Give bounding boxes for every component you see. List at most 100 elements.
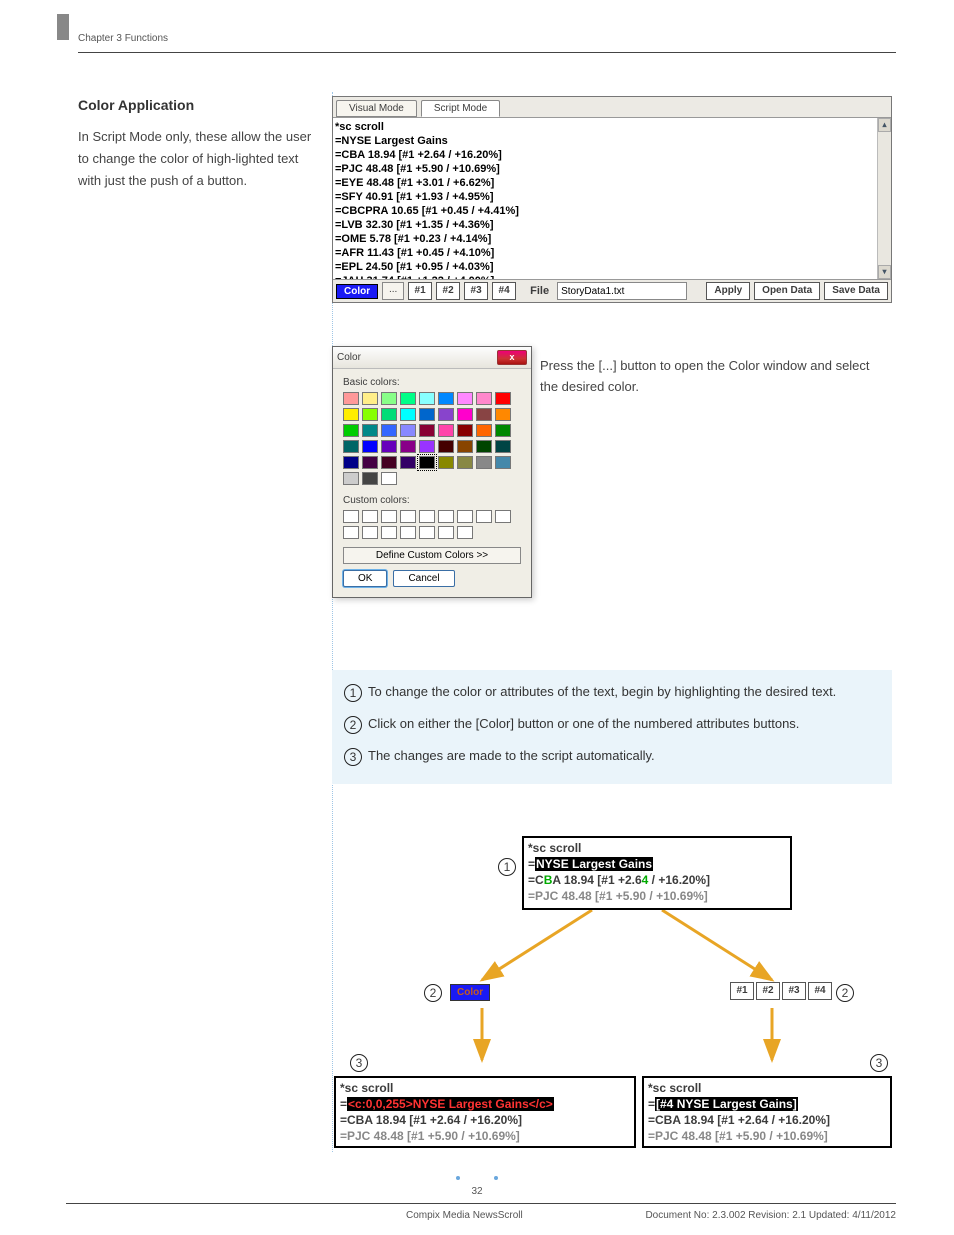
color-swatch[interactable]: [495, 456, 511, 469]
open-data-button[interactable]: Open Data: [754, 282, 820, 300]
custom-color-slot[interactable]: [419, 510, 435, 523]
script-textarea[interactable]: *sc scroll=NYSE Largest Gains=CBA 18.94 …: [333, 118, 891, 280]
color-swatch[interactable]: [381, 456, 397, 469]
custom-color-slot[interactable]: [438, 526, 454, 539]
custom-color-slot[interactable]: [457, 526, 473, 539]
color-swatch[interactable]: [495, 440, 511, 453]
diag1-l1: *sc scroll: [528, 840, 786, 856]
color-swatch[interactable]: [438, 424, 454, 437]
custom-color-slot[interactable]: [419, 526, 435, 539]
color-swatch[interactable]: [438, 408, 454, 421]
color-swatch[interactable]: [362, 424, 378, 437]
color-swatch[interactable]: [419, 392, 435, 405]
color-swatch[interactable]: [381, 408, 397, 421]
color-swatch[interactable]: [343, 440, 359, 453]
custom-color-slot[interactable]: [438, 510, 454, 523]
color-swatch[interactable]: [419, 456, 435, 469]
color-swatch[interactable]: [362, 440, 378, 453]
color-swatch[interactable]: [343, 472, 359, 485]
attr4-button[interactable]: #4: [492, 282, 516, 300]
color-swatch[interactable]: [419, 408, 435, 421]
attr2-button[interactable]: #2: [436, 282, 460, 300]
save-data-button[interactable]: Save Data: [824, 282, 888, 300]
color-swatch[interactable]: [457, 408, 473, 421]
color-swatch[interactable]: [362, 472, 378, 485]
color-swatch[interactable]: [457, 456, 473, 469]
color-swatch[interactable]: [438, 392, 454, 405]
dialog-titlebar[interactable]: Color x: [333, 347, 531, 369]
color-swatch[interactable]: [381, 424, 397, 437]
ok-button[interactable]: OK: [343, 570, 387, 587]
color-swatch[interactable]: [419, 424, 435, 437]
color-swatch[interactable]: [343, 424, 359, 437]
color-swatch[interactable]: [381, 440, 397, 453]
color-swatch[interactable]: [381, 472, 397, 485]
cancel-button[interactable]: Cancel: [393, 570, 454, 587]
custom-color-slot[interactable]: [400, 510, 416, 523]
color-swatch[interactable]: [362, 408, 378, 421]
diagram-step2-right-badge: 2: [836, 984, 854, 1002]
color-swatch[interactable]: [343, 456, 359, 469]
color-swatch[interactable]: [400, 392, 416, 405]
attr1-button[interactable]: #1: [408, 282, 432, 300]
page-number: 32: [0, 1186, 954, 1197]
color-swatch[interactable]: [495, 424, 511, 437]
color-swatch[interactable]: [438, 440, 454, 453]
custom-color-slot[interactable]: [362, 526, 378, 539]
custom-color-slot[interactable]: [343, 510, 359, 523]
color-swatch[interactable]: [343, 392, 359, 405]
scroll-up-icon[interactable]: ▴: [878, 118, 891, 132]
diagram-result-right: *sc scroll =[#4 NYSE Largest Gains] =CBA…: [642, 1076, 892, 1148]
color-swatch[interactable]: [476, 408, 492, 421]
browse-color-button[interactable]: ...: [382, 282, 404, 300]
scroll-down-icon[interactable]: ▾: [878, 265, 891, 279]
color-swatch[interactable]: [400, 456, 416, 469]
attr3-button[interactable]: #3: [464, 282, 488, 300]
tab-script-mode[interactable]: Script Mode: [421, 100, 500, 117]
custom-color-slot[interactable]: [457, 510, 473, 523]
custom-color-slot[interactable]: [381, 526, 397, 539]
color-swatch[interactable]: [476, 424, 492, 437]
color-swatch[interactable]: [457, 392, 473, 405]
custom-color-slot[interactable]: [381, 510, 397, 523]
custom-color-slot[interactable]: [343, 526, 359, 539]
color-swatch[interactable]: [476, 456, 492, 469]
color-swatch[interactable]: [362, 392, 378, 405]
color-swatch[interactable]: [381, 392, 397, 405]
color-swatch[interactable]: [476, 392, 492, 405]
color-swatch[interactable]: [438, 456, 454, 469]
color-swatch[interactable]: [495, 408, 511, 421]
step3-badge: 3: [344, 748, 362, 766]
tab-visual-mode[interactable]: Visual Mode: [336, 100, 417, 117]
diag-attr3[interactable]: #3: [782, 982, 806, 1000]
define-custom-button[interactable]: Define Custom Colors >>: [343, 547, 521, 564]
custom-color-slot[interactable]: [495, 510, 511, 523]
color-swatch[interactable]: [476, 440, 492, 453]
color-swatch[interactable]: [400, 424, 416, 437]
color-swatch[interactable]: [419, 440, 435, 453]
custom-color-slot[interactable]: [476, 510, 492, 523]
diag-attr4[interactable]: #4: [808, 982, 832, 1000]
diagram-color-button[interactable]: Color: [450, 984, 490, 1001]
color-swatch[interactable]: [400, 440, 416, 453]
press-instruction: Press the [...] button to open the Color…: [540, 356, 890, 398]
color-swatch[interactable]: [362, 456, 378, 469]
color-swatch[interactable]: [343, 408, 359, 421]
file-input[interactable]: [557, 282, 687, 300]
color-swatch[interactable]: [457, 440, 473, 453]
scrollbar-vertical[interactable]: ▴ ▾: [877, 118, 891, 279]
color-swatch[interactable]: [457, 424, 473, 437]
diagram-source-box: *sc scroll =NYSE Largest Gains =CBA 18.9…: [522, 836, 792, 910]
script-line: =AFR 11.43 [#1 +0.45 / +4.10%]: [335, 246, 889, 260]
diag-attr2[interactable]: #2: [756, 982, 780, 1000]
color-button[interactable]: Color: [336, 284, 378, 299]
apply-button[interactable]: Apply: [706, 282, 750, 300]
custom-color-slot[interactable]: [362, 510, 378, 523]
diag-attr1[interactable]: #1: [730, 982, 754, 1000]
diagram-step3-right-badge: 3: [870, 1054, 888, 1072]
color-swatch[interactable]: [495, 392, 511, 405]
color-swatch[interactable]: [400, 408, 416, 421]
close-icon[interactable]: x: [497, 350, 527, 365]
custom-color-slot[interactable]: [400, 526, 416, 539]
diagram-result-left: *sc scroll =<c:0,0,255>NYSE Largest Gain…: [334, 1076, 636, 1148]
